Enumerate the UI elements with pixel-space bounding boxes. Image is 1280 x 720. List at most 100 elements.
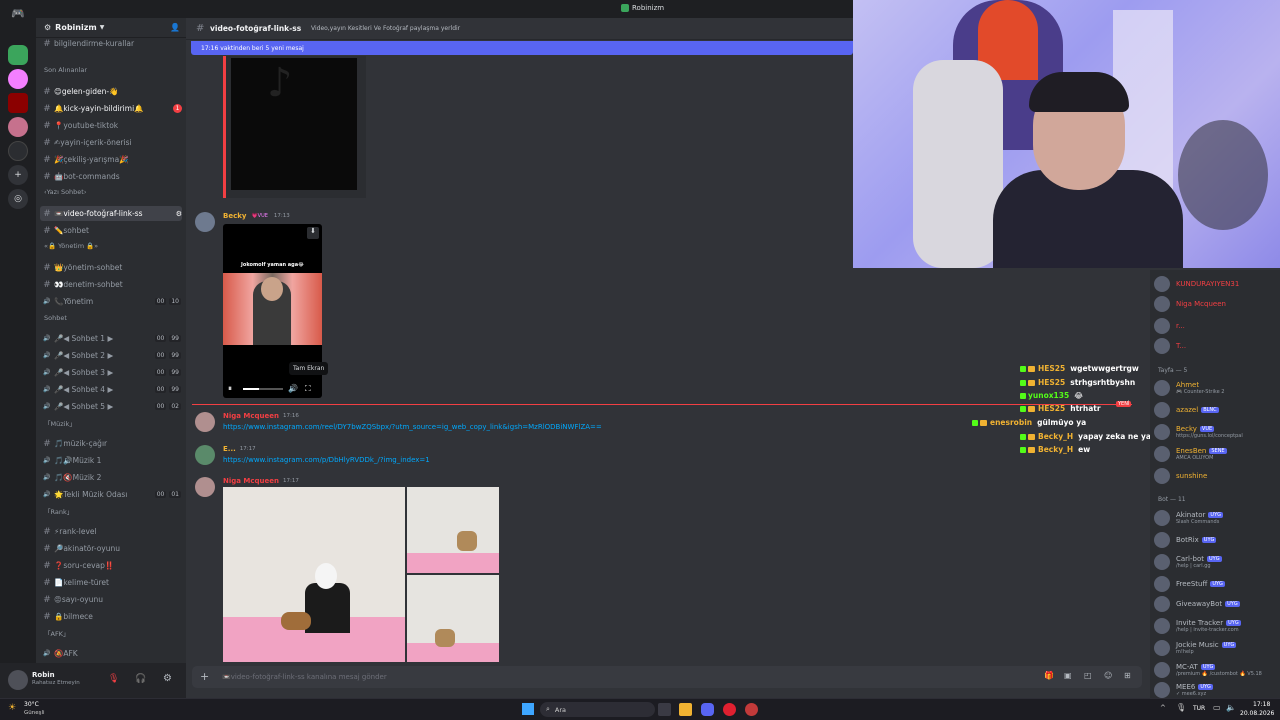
channel-item[interactable]: # ✍yayin-içerik-önerisi — [40, 135, 182, 150]
channel-item[interactable]: # 🔒bilmece — [40, 609, 182, 624]
progress-bar[interactable] — [243, 388, 283, 390]
avatar[interactable] — [8, 670, 28, 690]
gif-icon[interactable]: ▣ — [1064, 671, 1072, 680]
volume-icon[interactable]: 🔈 — [1226, 703, 1236, 712]
headphones-icon[interactable]: 🎧 — [135, 674, 146, 684]
category-rank[interactable]: 「Rank」 — [44, 506, 182, 516]
message-author[interactable]: E... — [223, 445, 236, 453]
member-item[interactable]: FreeStuff UYG — [1154, 574, 1280, 594]
channel-item[interactable]: 🔊 🔕AFK — [40, 646, 182, 661]
message-link[interactable]: https://www.instagram.com/reel/DY7bwZQSb… — [223, 423, 602, 431]
channel-item[interactable]: 🔊 📞Yönetim 00 10 — [40, 294, 182, 309]
channel-item[interactable]: # 😊gelen-giden-👋 — [40, 84, 182, 99]
fullscreen-icon[interactable]: ⛶ — [305, 384, 311, 394]
channel-item[interactable]: # 😡sayı-oyunu — [40, 592, 182, 607]
member-item[interactable]: azazel BLNC — [1154, 400, 1280, 420]
discord-taskbar-icon[interactable] — [701, 703, 714, 716]
weather-icon[interactable]: ☀ — [8, 703, 16, 713]
message-input-box[interactable]: + 📼video-fotoğraf-link-ss kanalına mesaj… — [192, 666, 1142, 688]
avatar[interactable] — [195, 412, 215, 432]
emoji-icon[interactable]: ☺ — [1104, 671, 1112, 680]
download-icon[interactable]: ⬇ — [307, 227, 319, 239]
server-icon[interactable] — [8, 69, 28, 89]
channel-item[interactable]: 🔊 🎤◀ Sohbet 2 ▶ 00 99 — [40, 348, 182, 363]
category-yazi[interactable]: ‹Yazı Sohbet› — [44, 188, 182, 196]
category-yonetim[interactable]: «🔒 Yönetim 🔒» — [44, 242, 182, 250]
add-member-icon[interactable]: 👤 — [170, 23, 180, 32]
channel-item[interactable]: # 👑yönetim-sohbet — [40, 260, 182, 275]
apps-icon[interactable]: ⊞ — [1124, 671, 1131, 680]
channel-item[interactable]: 🔊 🎤◀ Sohbet 5 ▶ 00 02 — [40, 399, 182, 414]
app-icon[interactable] — [745, 703, 758, 716]
member-item[interactable]: sunshine — [1154, 466, 1280, 486]
member-item[interactable]: T... — [1154, 336, 1280, 356]
server-icon[interactable] — [8, 117, 28, 137]
member-item[interactable]: EnesBen SENE AMCA OLUYOM — [1154, 444, 1280, 464]
avatar[interactable] — [195, 212, 215, 232]
channel-item[interactable]: # 📍youtube-tiktok — [40, 118, 182, 133]
category-muzik[interactable]: 「Müzik」 — [44, 418, 182, 428]
member-item[interactable]: GiveawayBot UYG — [1154, 594, 1280, 614]
language-indicator[interactable]: TUR — [1193, 705, 1205, 712]
avatar[interactable] — [195, 477, 215, 497]
clock-date[interactable]: 20.08.2026 — [1240, 710, 1274, 717]
channel-item[interactable]: # 🤖bot-commands — [40, 169, 182, 184]
pause-icon[interactable]: ⏸ — [228, 384, 232, 394]
channel-item[interactable]: # 👀denetim-sohbet — [40, 277, 182, 292]
message-author[interactable]: Niga Mcqueen — [223, 412, 279, 420]
server-icon[interactable] — [8, 93, 28, 113]
member-item[interactable]: Invite Tracker UYG/help | invite-tracker.… — [1154, 616, 1280, 636]
mic-muted-icon[interactable]: 🎙 — [108, 674, 119, 684]
channel-item[interactable]: # ❓soru-cevap‼️ — [40, 558, 182, 573]
discord-home-icon[interactable]: 🎮 — [8, 3, 28, 23]
add-attachment-icon[interactable]: + — [200, 670, 209, 683]
channel-item[interactable]: # ⚡rank-level — [40, 524, 182, 539]
image-attachment[interactable] — [407, 575, 499, 662]
image-attachment[interactable] — [407, 487, 499, 573]
channel-item[interactable]: 🔊 🌟Tekli Müzik Odası 00 01 — [40, 487, 182, 502]
server-icon[interactable] — [8, 45, 28, 65]
channel-item[interactable]: 🔊 🎤◀ Sohbet 3 ▶ 00 99 — [40, 365, 182, 380]
explore-icon[interactable]: ◎ — [8, 189, 28, 209]
server-header[interactable]: ⚙ Robinizm ▼ 👤 — [36, 18, 186, 38]
member-item[interactable]: Ahmet 🎮 Counter-Strike 2 — [1154, 378, 1280, 398]
settings-icon[interactable]: ⚙ — [163, 673, 172, 684]
member-item[interactable]: KUNDURAYIYEN31 — [1154, 274, 1280, 294]
member-item[interactable]: BotRix UYG — [1154, 530, 1280, 550]
taskbar-search[interactable]: ⌕ Ara — [540, 702, 655, 717]
member-item[interactable]: r... — [1154, 316, 1280, 336]
channel-item[interactable]: 🔊 🎤◀ Sohbet 4 ▶ 00 99 — [40, 382, 182, 397]
opera-icon[interactable] — [723, 703, 736, 716]
file-explorer-icon[interactable] — [679, 703, 692, 716]
channel-item[interactable]: 🔊 🎵🔊Müzik 1 — [40, 453, 182, 468]
channel-item[interactable]: # 📄kelime-türet — [40, 575, 182, 590]
mic-icon[interactable]: 🎙 — [1176, 703, 1186, 712]
category-recent[interactable]: Son Alınanlar — [44, 66, 182, 74]
member-item[interactable]: Niga Mcqueen — [1154, 294, 1280, 314]
member-item[interactable]: Jockie Music UYG m!help — [1154, 638, 1280, 658]
channel-item[interactable]: 🔊 🎤◀ Sohbet 1 ▶ 00 99 — [40, 331, 182, 346]
channel-item[interactable]: # 📼video-fotoğraf-link-ss ⚙ — [40, 206, 182, 221]
windows-start-icon[interactable] — [522, 703, 534, 715]
volume-icon[interactable]: 🔊 — [288, 384, 298, 393]
add-server-icon[interactable]: + — [8, 165, 28, 185]
member-item[interactable]: MEE6 UYG ✓ mee6.xyz — [1154, 680, 1280, 698]
task-view-icon[interactable] — [658, 703, 671, 716]
clock-time[interactable]: 17:18 — [1253, 701, 1270, 708]
message-author[interactable]: Niga Mcqueen — [223, 477, 279, 485]
channel-item[interactable]: 🔊 🎵🔇Müzik 2 — [40, 470, 182, 485]
channel-item[interactable]: # 🔔kick-yayin-bildirimi🔔 1 — [40, 101, 182, 116]
member-item[interactable]: Carl-bot UYG/help | carl.gg — [1154, 552, 1280, 572]
tray-chevron-icon[interactable]: ^ — [1160, 704, 1166, 712]
member-item[interactable]: Akinator UYG Slash Commands — [1154, 508, 1280, 528]
image-attachment[interactable] — [223, 487, 405, 662]
avatar[interactable] — [195, 445, 215, 465]
channel-item[interactable]: # 🎉çekiliş-yarışma🎉 — [40, 152, 182, 167]
channel-item[interactable]: # 🔎akinatör-oyunu — [40, 541, 182, 556]
channel-item[interactable]: # bilgilendirme-kurallar — [40, 36, 182, 51]
gift-icon[interactable]: 🎁 — [1044, 671, 1054, 680]
channel-item[interactable]: # 🎵müzik-çağır — [40, 436, 182, 451]
category-sohbet[interactable]: Sohbet — [44, 314, 182, 322]
channel-item[interactable]: # ✏️sohbet — [40, 223, 182, 238]
server-icon[interactable] — [8, 141, 28, 161]
